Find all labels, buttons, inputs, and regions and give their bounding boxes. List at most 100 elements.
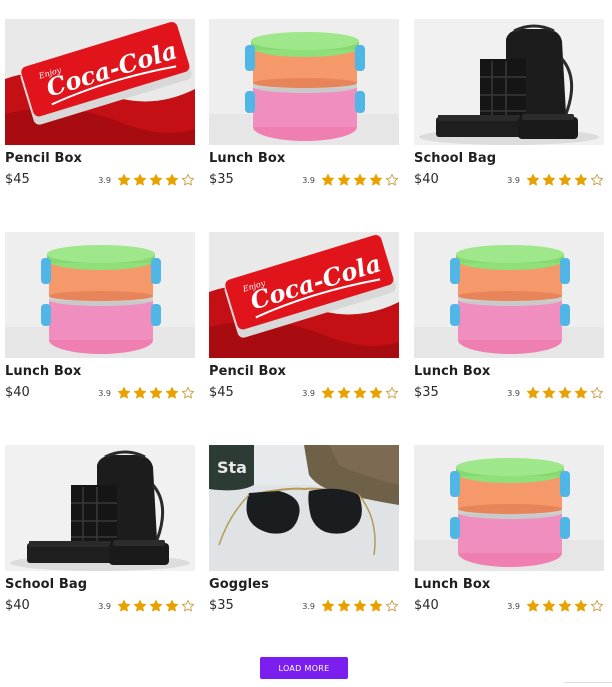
star-filled-icon — [353, 386, 367, 399]
star-filled-icon — [542, 386, 556, 399]
product-image[interactable] — [414, 232, 604, 358]
star-empty-icon — [385, 386, 399, 399]
lunch-box-image — [414, 232, 604, 358]
lunch-box-image — [5, 232, 195, 358]
product-card[interactable]: Lunch Box $40 3.9 — [414, 445, 604, 613]
rating-score: 3.9 — [507, 175, 520, 185]
product-card[interactable]: Lunch Box $35 3.9 — [414, 232, 604, 400]
product-card[interactable]: Coca-Cola Enjoy Pencil Box $45 3.9 — [209, 232, 399, 400]
product-price: $35 — [414, 385, 439, 400]
product-image[interactable]: Coca-Cola Enjoy — [209, 232, 399, 358]
product-price: $40 — [5, 385, 30, 400]
star-filled-icon — [542, 173, 556, 186]
product-name[interactable]: Lunch Box — [414, 577, 490, 592]
product-name[interactable]: Lunch Box — [5, 364, 81, 379]
rating-score: 3.9 — [302, 601, 315, 611]
star-filled-icon — [165, 386, 179, 399]
product-image[interactable]: Sta — [209, 445, 399, 571]
star-filled-icon — [149, 386, 163, 399]
star-filled-icon — [337, 173, 351, 186]
rating-score: 3.9 — [507, 601, 520, 611]
school-bag-image — [414, 19, 604, 145]
star-filled-icon — [133, 599, 147, 612]
star-empty-icon — [181, 386, 195, 399]
star-filled-icon — [353, 599, 367, 612]
pencil-box-image: Coca-Cola Enjoy — [209, 232, 399, 358]
scroll-handle[interactable] — [564, 682, 612, 687]
star-empty-icon — [590, 599, 604, 612]
product-price: $35 — [209, 598, 234, 613]
star-filled-icon — [337, 386, 351, 399]
rating-score: 3.9 — [302, 388, 315, 398]
product-image[interactable] — [5, 232, 195, 358]
star-filled-icon — [574, 599, 588, 612]
star-filled-icon — [526, 599, 540, 612]
rating-score: 3.9 — [98, 388, 111, 398]
rating: 3.9 — [98, 173, 195, 187]
star-empty-icon — [385, 173, 399, 186]
product-card[interactable]: School Bag $40 3.9 — [5, 445, 195, 613]
lunch-box-image — [414, 445, 604, 571]
star-filled-icon — [558, 599, 572, 612]
rating-score: 3.9 — [302, 175, 315, 185]
product-name[interactable]: Lunch Box — [209, 151, 285, 166]
load-more-button[interactable]: LOAD MORE — [260, 657, 348, 679]
rating-score: 3.9 — [98, 175, 111, 185]
rating: 3.9 — [302, 599, 399, 613]
product-name[interactable]: School Bag — [414, 151, 496, 166]
product-price: $40 — [5, 598, 30, 613]
product-image[interactable] — [414, 19, 604, 145]
star-filled-icon — [369, 386, 383, 399]
product-name[interactable]: Pencil Box — [209, 364, 286, 379]
rating: 3.9 — [302, 173, 399, 187]
star-filled-icon — [117, 599, 131, 612]
rating-score: 3.9 — [507, 388, 520, 398]
rating: 3.9 — [302, 386, 399, 400]
product-card[interactable]: Coca-Cola Enjoy Pencil Box $45 3.9 — [5, 19, 195, 187]
star-filled-icon — [321, 386, 335, 399]
product-price: $40 — [414, 172, 439, 187]
rating-score: 3.9 — [98, 601, 111, 611]
pencil-box-image: Coca-Cola Enjoy — [5, 19, 195, 145]
star-filled-icon — [321, 173, 335, 186]
product-card[interactable]: School Bag $40 3.9 — [414, 19, 604, 187]
star-filled-icon — [149, 599, 163, 612]
product-name[interactable]: Pencil Box — [5, 151, 82, 166]
product-price: $40 — [414, 598, 439, 613]
star-filled-icon — [165, 599, 179, 612]
product-name[interactable]: Goggles — [209, 577, 269, 592]
star-filled-icon — [337, 599, 351, 612]
school-bag-image — [5, 445, 195, 571]
star-filled-icon — [369, 173, 383, 186]
product-image[interactable] — [414, 445, 604, 571]
star-filled-icon — [149, 173, 163, 186]
star-filled-icon — [369, 599, 383, 612]
product-image[interactable] — [5, 445, 195, 571]
product-image[interactable]: Coca-Cola Enjoy — [5, 19, 195, 145]
lunch-box-image — [209, 19, 399, 145]
product-image[interactable] — [209, 19, 399, 145]
product-card[interactable]: Sta Goggles $35 3.9 — [209, 445, 399, 613]
star-filled-icon — [542, 599, 556, 612]
star-filled-icon — [165, 173, 179, 186]
star-filled-icon — [133, 386, 147, 399]
star-filled-icon — [133, 173, 147, 186]
product-price: $45 — [5, 172, 30, 187]
star-empty-icon — [385, 599, 399, 612]
bag-label-text: Sta — [217, 458, 247, 477]
star-filled-icon — [321, 599, 335, 612]
rating: 3.9 — [507, 173, 604, 187]
product-card[interactable]: Lunch Box $35 3.9 — [209, 19, 399, 187]
star-empty-icon — [590, 386, 604, 399]
star-empty-icon — [181, 599, 195, 612]
star-empty-icon — [590, 173, 604, 186]
goggles-image: Sta — [209, 445, 399, 571]
product-card[interactable]: Lunch Box $40 3.9 — [5, 232, 195, 400]
star-filled-icon — [526, 386, 540, 399]
star-filled-icon — [117, 386, 131, 399]
product-name[interactable]: Lunch Box — [414, 364, 490, 379]
star-filled-icon — [526, 173, 540, 186]
product-name[interactable]: School Bag — [5, 577, 87, 592]
rating: 3.9 — [98, 386, 195, 400]
rating: 3.9 — [98, 599, 195, 613]
